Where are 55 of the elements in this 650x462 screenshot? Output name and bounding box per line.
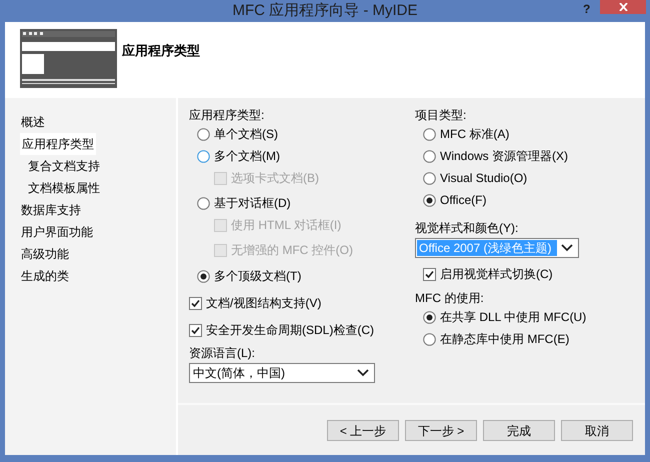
field-label: 视觉样式和颜色(Y): — [415, 220, 520, 236]
checkbox[interactable] — [189, 296, 202, 310]
nav-item[interactable]: 用户界面功能 — [19, 221, 95, 243]
radio-label: Windows 资源管理器(X) — [440, 148, 568, 165]
nav-item[interactable]: 复合文档支持 — [26, 155, 102, 177]
radio-label: 多个文档(M) — [214, 148, 280, 165]
checkbox[interactable] — [189, 324, 202, 336]
field-label: 资源语言(L): — [189, 345, 256, 361]
dropdown[interactable]: 中文(简体，中国) — [189, 363, 375, 383]
window-layout-icon — [20, 29, 117, 88]
nav-item[interactable]: 概述 — [19, 111, 47, 133]
nav-item[interactable]: 数据库支持 — [19, 199, 83, 221]
checkbox-label: 安全开发生命周期(SDL)检查(C) — [206, 322, 374, 339]
close-icon — [618, 3, 628, 11]
wizard-button[interactable]: < 上一步 — [327, 420, 399, 441]
radio-label: 单个文档(S) — [214, 126, 278, 143]
radio-button[interactable] — [197, 270, 210, 282]
checkbox-label: 启用视觉样式切换(C) — [440, 266, 553, 283]
radio-label: 基于对话框(D) — [214, 195, 291, 212]
radio-label: 在静态库中使用 MFC(E) — [440, 331, 570, 348]
window-title: MFC 应用程序向导 - MyIDE — [232, 0, 418, 21]
radio-button[interactable] — [423, 128, 436, 140]
help-button[interactable]: ? — [583, 0, 590, 18]
radio-button[interactable] — [197, 196, 210, 210]
group-label: 应用程序类型: — [189, 107, 266, 123]
nav-item[interactable]: 应用程序类型 — [20, 133, 96, 155]
radio-button[interactable] — [423, 310, 436, 324]
checkbox-label: 使用 HTML 对话框(I) — [231, 217, 342, 234]
radio-button[interactable] — [423, 194, 436, 206]
radio-button[interactable] — [423, 172, 436, 184]
checkbox-label: 选项卡式文档(B) — [231, 170, 319, 187]
radio-label: Visual Studio(O) — [440, 170, 528, 187]
wizard-button[interactable]: 下一步 > — [405, 420, 477, 441]
nav-item[interactable]: 文档模板属性 — [26, 177, 102, 199]
radio-button[interactable] — [423, 332, 436, 346]
wizard-button[interactable]: 完成 — [483, 420, 555, 441]
chevron-down-icon — [561, 244, 573, 252]
nav-item[interactable]: 高级功能 — [19, 243, 71, 265]
radio-label: 多个顶级文档(T) — [214, 268, 302, 285]
close-button[interactable] — [600, 0, 646, 14]
wizard-button[interactable]: 取消 — [561, 420, 633, 441]
radio-button[interactable] — [197, 128, 210, 140]
group-label: MFC 的使用: — [415, 290, 485, 306]
checkbox[interactable] — [423, 268, 436, 280]
checkbox-label: 文档/视图结构支持(V) — [206, 295, 322, 312]
group-label: 项目类型: — [415, 107, 468, 123]
chevron-down-icon — [357, 369, 369, 377]
nav-item[interactable]: 生成的类 — [19, 265, 71, 287]
radio-label: MFC 标准(A) — [440, 126, 510, 143]
page-heading: 应用程序类型 — [122, 42, 200, 60]
radio-button[interactable] — [423, 150, 436, 162]
radio-label: Office(F) — [440, 192, 486, 209]
checkbox-label: 无增强的 MFC 控件(O) — [231, 242, 353, 259]
radio-label: 在共享 DLL 中使用 MFC(U) — [440, 309, 586, 326]
radio-button[interactable] — [197, 150, 210, 162]
